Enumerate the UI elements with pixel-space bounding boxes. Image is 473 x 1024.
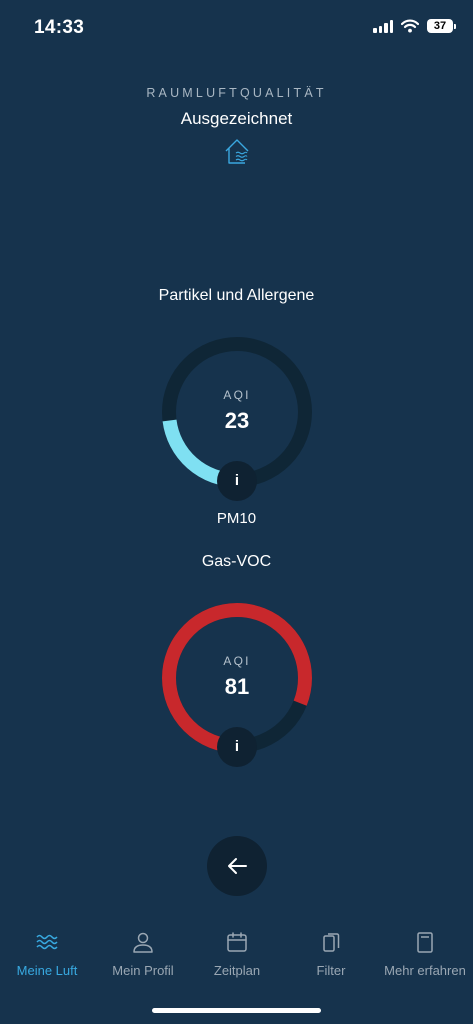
bottom-tab-bar: Meine Luft Mein Profil Zeitplan Filter M… <box>0 925 473 995</box>
tab-mein-profil[interactable]: Mein Profil <box>104 925 182 978</box>
tab-label: Mehr erfahren <box>384 963 466 978</box>
book-icon <box>417 932 433 953</box>
status-icons: 37 <box>373 19 456 33</box>
tab-label: Zeitplan <box>213 963 261 978</box>
info-button-particles[interactable]: i <box>217 461 257 501</box>
arrow-left-icon <box>228 858 247 874</box>
tab-zeitplan[interactable]: Zeitplan <box>200 925 274 978</box>
aqi-value: 23 <box>224 408 250 433</box>
calendar-icon <box>227 932 247 952</box>
aqi-label: AQI <box>223 388 251 402</box>
status-time: 14:33 <box>34 17 85 38</box>
filter-icon <box>323 933 340 952</box>
info-button-gas-voc[interactable]: i <box>217 727 257 767</box>
cellular-signal-icon <box>373 19 393 33</box>
waves-icon <box>36 934 58 950</box>
tab-meine-luft[interactable]: Meine Luft <box>8 925 86 978</box>
aqi-value: 81 <box>224 674 250 699</box>
tab-filter[interactable]: Filter <box>294 925 368 978</box>
tab-label: Filter <box>316 963 346 978</box>
person-icon <box>133 932 153 953</box>
aqi-label: AQI <box>223 654 251 668</box>
house-air-icon <box>225 139 248 164</box>
back-button[interactable] <box>207 836 267 896</box>
pm10-label: PM10 <box>216 510 257 527</box>
tab-label: Mein Profil <box>112 963 174 978</box>
battery-icon: 37 <box>427 19 456 33</box>
wifi-icon <box>401 19 419 33</box>
gauge-title-gas-voc: Gas-VOC <box>201 553 272 570</box>
home-indicator <box>152 1008 321 1013</box>
air-quality-header: RAUMLUFTQUALITÄT Ausgezeichnet <box>0 86 473 165</box>
status-bar: 14:33 37 <box>0 0 473 56</box>
aqi-gauge-particles: AQI 23 i <box>161 336 313 501</box>
battery-level: 37 <box>433 20 447 32</box>
tab-mehr-erfahren[interactable]: Mehr erfahren <box>380 925 470 978</box>
tab-label: Meine Luft <box>16 963 78 978</box>
air-quality-status: Ausgezeichnet <box>180 109 293 128</box>
aqi-gauge-gas-voc: AQI 81 i <box>161 602 313 767</box>
gauge-title-particles: Partikel und Allergene <box>158 287 315 304</box>
section-label: RAUMLUFTQUALITÄT <box>146 86 327 100</box>
